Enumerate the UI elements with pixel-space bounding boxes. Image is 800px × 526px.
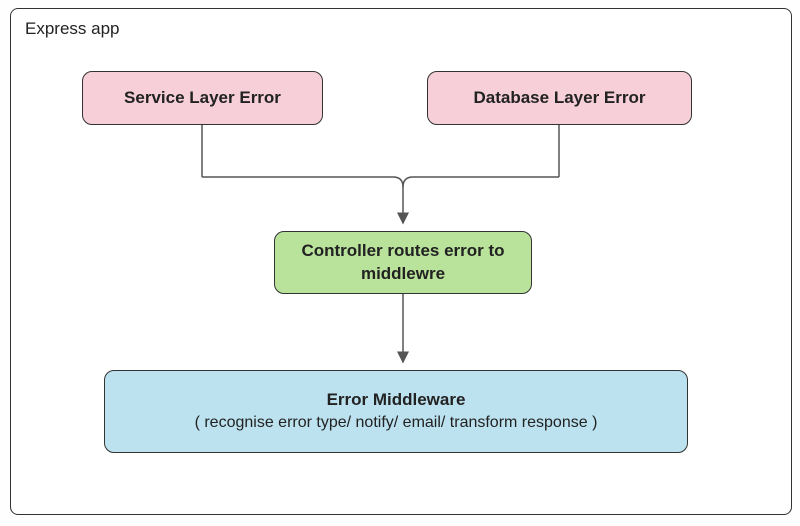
node-database-layer-error: Database Layer Error	[427, 71, 692, 125]
node-service-layer-error: Service Layer Error	[82, 71, 323, 125]
node-error-middleware: Error Middleware ( recognise error type/…	[104, 370, 688, 453]
node-controller: Controller routes error to middlewre	[274, 231, 532, 294]
node-label-line2: middlewre	[361, 263, 445, 286]
node-title: Error Middleware	[327, 389, 466, 412]
container-title: Express app	[25, 19, 120, 39]
node-label-line1: Controller routes error to	[301, 240, 504, 263]
node-subtitle: ( recognise error type/ notify/ email/ t…	[195, 412, 598, 434]
node-label: Service Layer Error	[124, 87, 281, 110]
node-label: Database Layer Error	[474, 87, 646, 110]
diagram-container: Express app Service Layer Error Database…	[10, 8, 792, 515]
